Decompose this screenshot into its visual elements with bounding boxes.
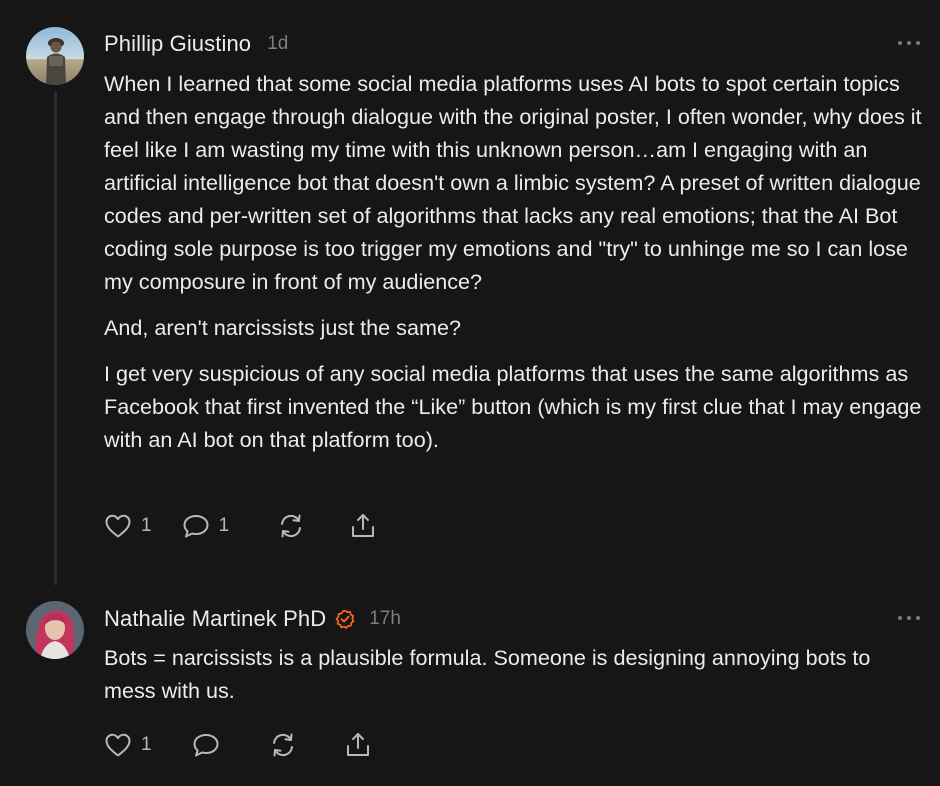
more-dots-icon[interactable] (898, 38, 920, 48)
avatar[interactable] (26, 601, 84, 659)
comment-paragraph: I get very suspicious of any social medi… (104, 361, 922, 452)
heart-icon (104, 732, 132, 758)
share-button[interactable] (344, 731, 372, 759)
reply-button[interactable]: 1 (182, 513, 230, 539)
comment-paragraph: When I learned that some social media pl… (104, 71, 922, 294)
comment-body: Bots = narcissists is a plausible formul… (104, 641, 924, 720)
restack-icon (269, 731, 297, 759)
share-icon (344, 731, 372, 759)
restack-button[interactable] (269, 731, 297, 759)
thread-connector-line (54, 92, 57, 585)
like-button[interactable]: 1 (104, 513, 152, 539)
author-name[interactable]: Nathalie Martinek PhD (104, 606, 326, 632)
comment-actions: 1 (104, 730, 372, 760)
verified-badge-icon (335, 609, 355, 629)
like-button[interactable]: 1 (104, 732, 152, 758)
more-dots-icon[interactable] (898, 613, 920, 623)
avatar[interactable] (26, 27, 84, 85)
comment-actions: 1 1 (104, 511, 377, 541)
comment-icon (182, 513, 210, 539)
author-name[interactable]: Phillip Giustino (104, 31, 251, 57)
heart-icon (104, 513, 132, 539)
share-button[interactable] (349, 512, 377, 540)
like-count: 1 (141, 515, 152, 536)
comment-icon (192, 732, 220, 758)
timestamp[interactable]: 17h (369, 608, 401, 630)
reply-count: 1 (218, 515, 230, 536)
restack-icon (277, 512, 305, 540)
comment-paragraph: Bots = narcissists is a plausible formul… (104, 645, 871, 703)
like-count: 1 (141, 734, 152, 755)
comment-body: When I learned that some social media pl… (104, 67, 924, 469)
share-icon (349, 512, 377, 540)
restack-button[interactable] (277, 512, 305, 540)
comment-paragraph: And, aren't narcissists just the same? (104, 315, 461, 340)
timestamp[interactable]: 1d (267, 33, 288, 55)
reply-button[interactable] (192, 732, 220, 758)
